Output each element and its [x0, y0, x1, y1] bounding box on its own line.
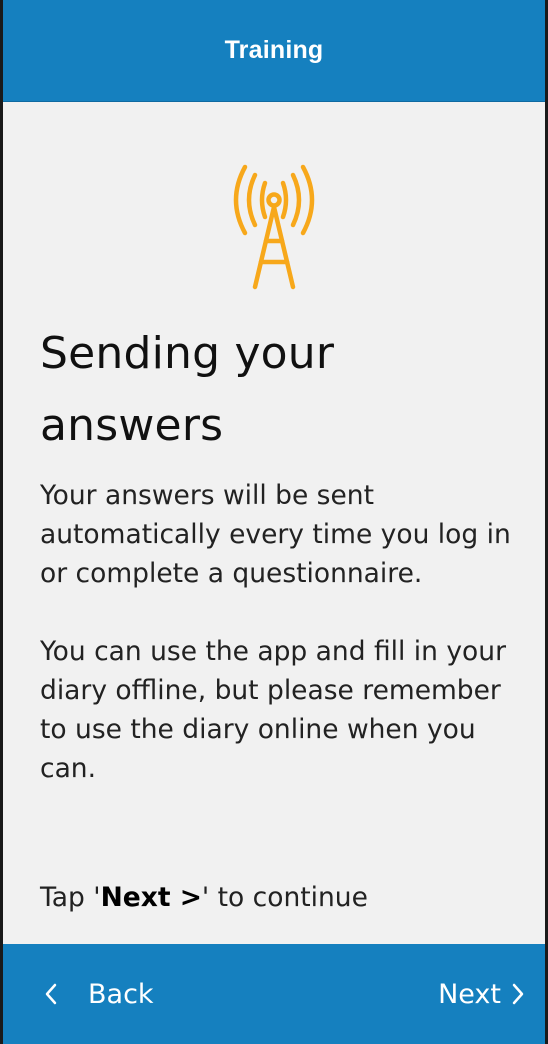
paragraph-offline-info: You can use the app and fill in your dia…: [40, 636, 506, 784]
next-label: Next: [438, 978, 501, 1010]
top-bar: Training: [3, 0, 545, 102]
training-content: Sending your answers Your answers will b…: [40, 318, 517, 788]
instruction-prefix: Tap ': [40, 882, 101, 913]
icon-container: [3, 163, 545, 291]
instruction-suffix: ' to continue: [201, 882, 368, 913]
header-title: Training: [224, 36, 324, 64]
chevron-left-icon: [44, 982, 58, 1006]
next-button[interactable]: Next: [438, 944, 525, 1044]
bottom-nav-bar: Back Next: [3, 944, 545, 1044]
continue-instruction: Tap 'Next >' to continue: [40, 878, 368, 917]
instruction-next-label: Next >: [100, 882, 202, 913]
app-screen: Training Sending your answers Your answe…: [0, 0, 548, 1044]
signal-tower-icon: [233, 164, 315, 290]
chevron-right-icon: [511, 982, 525, 1006]
paragraph-sending-info: Your answers will be sent automatically …: [40, 480, 511, 589]
page-title: Sending your answers: [40, 328, 335, 451]
back-label: Back: [88, 978, 154, 1010]
back-button[interactable]: Back: [44, 944, 154, 1044]
